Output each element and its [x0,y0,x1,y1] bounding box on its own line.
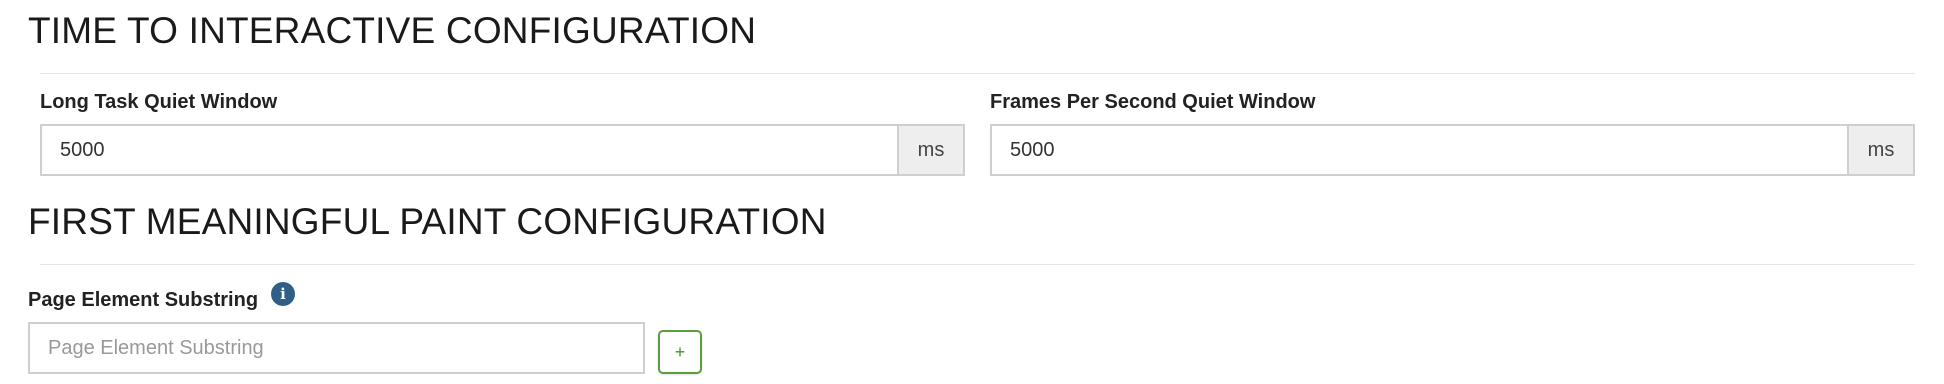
fmp-section-divider [40,264,1915,265]
add-page-element-button[interactable]: + [658,330,702,374]
long-task-quiet-window-label: Long Task Quiet Window [40,91,278,113]
fps-quiet-window-group: ms [990,124,1915,176]
page-element-substring-label: Page Element Substring [28,289,259,311]
long-task-unit-addon: ms [897,124,965,176]
page-element-substring-input[interactable] [28,322,645,374]
long-task-quiet-window-group: ms [40,124,965,176]
fps-quiet-window-input[interactable] [990,124,1847,176]
info-icon[interactable]: i [271,282,295,306]
fmp-section-heading: FIRST MEANINGFUL PAINT CONFIGURATION [28,201,827,242]
tti-section-divider [40,73,1915,74]
fps-unit-addon: ms [1847,124,1915,176]
long-task-quiet-window-input[interactable] [40,124,897,176]
fps-quiet-window-label: Frames Per Second Quiet Window [990,91,1316,113]
tti-section-heading: TIME TO INTERACTIVE CONFIGURATION [28,10,757,51]
